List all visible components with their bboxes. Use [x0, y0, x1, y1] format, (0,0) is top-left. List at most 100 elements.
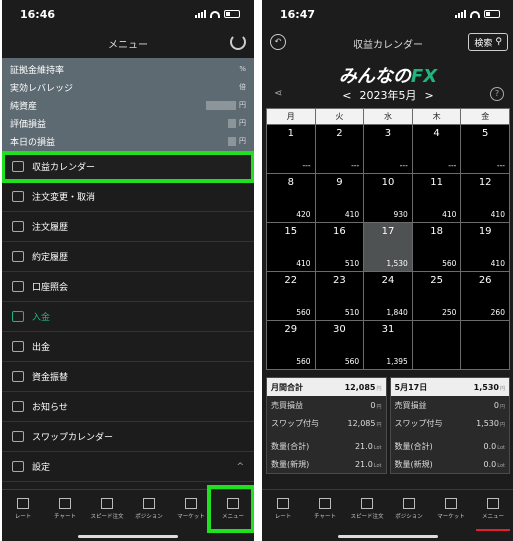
calendar-day[interactable]: 18 560 [412, 223, 461, 271]
day-profit: 410 [490, 259, 505, 268]
day-profit: --- [302, 161, 311, 170]
refresh-icon[interactable] [230, 34, 246, 50]
day-profit: 410 [296, 259, 311, 268]
calendar-day[interactable]: 23 510 [315, 272, 364, 320]
calendar-day[interactable]: 24 1,840 [364, 272, 412, 320]
menu-item-settings[interactable]: 設定 ^ [2, 452, 254, 482]
day-number: 29 [284, 324, 298, 335]
summary-row: 評価損益 円 [2, 114, 254, 132]
menu-item-fund-transfer[interactable]: 資金振替 [2, 362, 254, 392]
menu-item-deposit[interactable]: 入金 [2, 302, 254, 332]
day-number: 9 [336, 177, 343, 188]
weekday-header: 月 [267, 109, 315, 124]
menu-header: メニュー [2, 28, 254, 58]
tab-position[interactable]: ポジション [388, 490, 430, 541]
menu-icon [487, 498, 499, 509]
tab-position[interactable]: ポジション [128, 490, 170, 541]
row-label: 数量(合計) [271, 441, 310, 451]
row-value: 21.0 [354, 459, 373, 469]
menu-item-swap-calendar[interactable]: スワップカレンダー [2, 422, 254, 452]
day-number: 10 [381, 177, 395, 188]
battery-icon [224, 10, 240, 18]
calendar-day[interactable]: 1 --- [267, 125, 315, 173]
summary-unit: 円 [239, 137, 246, 145]
tab-chart[interactable]: チャート [304, 490, 346, 541]
hidden-value [228, 136, 236, 146]
tab-chart[interactable]: チャート [44, 490, 86, 541]
day-profit: 510 [344, 259, 360, 268]
menu-item-label: 口座照会 [32, 283, 69, 293]
summary-row: 純資産 円 [2, 96, 254, 114]
row-value: 0.0 [483, 459, 497, 469]
calendar-day[interactable]: 9 410 [315, 174, 364, 222]
menu-item-execution-history[interactable]: 約定履歴 [2, 242, 254, 272]
calendar-day[interactable]: 11 410 [412, 174, 461, 222]
share-icon[interactable]: ⋖ [274, 88, 286, 100]
day-profit: 410 [490, 210, 505, 219]
calendar-day[interactable]: 8 420 [267, 174, 315, 222]
tab-label: スピード注文 [350, 514, 384, 520]
calendar-day[interactable]: 30 560 [315, 321, 364, 369]
calendar-day[interactable]: 19 410 [461, 223, 509, 271]
calendar-day[interactable]: 4 --- [412, 125, 461, 173]
calendar-empty-cell [461, 321, 509, 369]
profit-calendar: 月 火 水 木 金 1 --- 2 --- 3 --- 4 --- 5 --- 8 420 … [266, 108, 510, 370]
menu-item-profit-calendar[interactable]: 収益カレンダー [2, 151, 254, 183]
help-icon[interactable]: ? [490, 87, 504, 101]
calendar-day[interactable]: 5 --- [461, 125, 509, 173]
status-bar: 16:47 [262, 0, 513, 28]
calendar-day[interactable]: 29 560 [267, 321, 315, 369]
tab-rate[interactable]: レート [262, 490, 304, 541]
search-button[interactable]: 検索 ⚲ [468, 33, 508, 51]
tab-market[interactable]: マーケット [170, 490, 212, 541]
menu-item-label: 出金 [32, 343, 51, 353]
calendar-day[interactable]: 31 1,395 [364, 321, 412, 369]
day-number: 15 [284, 226, 298, 237]
row-value: 0 [493, 400, 499, 410]
folder-icon [12, 251, 24, 262]
weekday-header: 水 [364, 109, 412, 124]
hidden-value [228, 118, 236, 128]
menu-item-account-inquiry[interactable]: 口座照会 [2, 272, 254, 302]
menu-item-notices[interactable]: お知らせ [2, 392, 254, 422]
market-icon [185, 498, 197, 509]
row-label: スワップ付与 [394, 418, 443, 428]
menu-item-order-history[interactable]: 注文履歴 [2, 212, 254, 242]
tab-market[interactable]: マーケット [430, 490, 472, 541]
chevron-up-icon: ^ [236, 461, 244, 472]
panel-row: 数量(合計) 0.0Lot [391, 437, 510, 455]
menu-item-label: 設定 [32, 463, 51, 473]
daily-summary: 5月17日 1,530円 売買損益 0円 スワップ付与 1,530円 数量(合計) 0.… [389, 377, 510, 474]
tab-rate[interactable]: レート [2, 490, 44, 541]
rate-icon [277, 498, 289, 509]
row-label: スワップ付与 [271, 418, 319, 428]
prev-month-button[interactable]: < [342, 89, 351, 102]
day-number: 22 [284, 275, 298, 286]
calendar-day[interactable]: 12 410 [461, 174, 509, 222]
weekday-header: 木 [412, 109, 461, 124]
tab-speed-order[interactable]: スピード注文 [86, 490, 128, 541]
calendar-day[interactable]: 22 560 [267, 272, 315, 320]
deposit-icon [12, 311, 24, 322]
calendar-day[interactable]: 2 --- [315, 125, 364, 173]
next-month-button[interactable]: > [425, 89, 434, 102]
menu-item-order-change[interactable]: 注文変更・取消 [2, 182, 254, 212]
calendar-day-selected[interactable]: 17 1,530 [364, 223, 412, 271]
status-bar: 16:46 [2, 0, 254, 28]
calendar-day[interactable]: 3 --- [364, 125, 412, 173]
mail-icon [12, 401, 24, 412]
calendar-day[interactable]: 10 930 [364, 174, 412, 222]
menu-item-withdrawal[interactable]: 出金 [2, 332, 254, 362]
row-value-wrap: 21.0Lot [355, 460, 382, 469]
summary-label: 証拠金維持率 [10, 65, 65, 76]
day-profit: 410 [344, 210, 360, 219]
calendar-day[interactable]: 15 410 [267, 223, 315, 271]
panel-row: 売買損益 0円 [267, 396, 386, 414]
status-icons [195, 10, 240, 18]
back-icon[interactable]: ↶ [270, 34, 286, 50]
tab-speed-order[interactable]: スピード注文 [346, 490, 388, 541]
calendar-day[interactable]: 25 250 [412, 272, 461, 320]
tab-menu[interactable]: メニュー [472, 490, 513, 541]
calendar-day[interactable]: 26 260 [461, 272, 509, 320]
calendar-day[interactable]: 16 510 [315, 223, 364, 271]
